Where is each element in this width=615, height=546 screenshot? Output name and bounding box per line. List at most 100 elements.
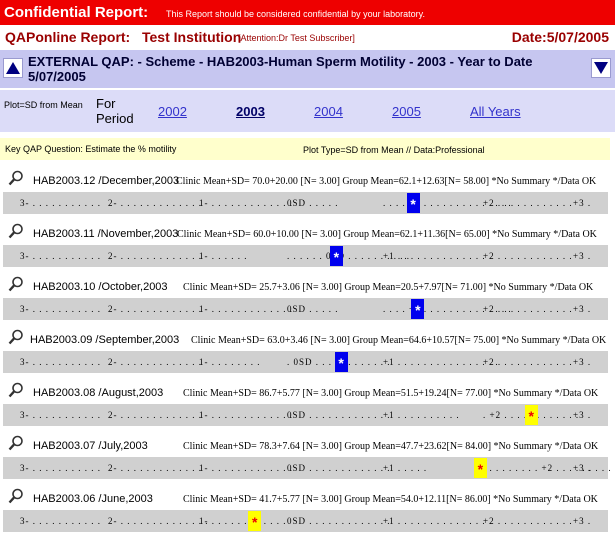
sd-tick-label: 1- . . . . . . . . . . . . . <box>199 410 293 420</box>
sd-tick-label: 0SD . . . . . . . . . . . . . <box>287 516 391 526</box>
magnifier-icon[interactable] <box>8 223 24 239</box>
year-link-2005[interactable]: 2005 <box>392 104 421 119</box>
year-link-all-years[interactable]: All Years <box>470 104 521 119</box>
sd-tick-label: +3 . <box>573 516 592 526</box>
sd-tick-label: +1 . . . . . . . . . . . . . . . <box>383 251 493 261</box>
magnifier-icon[interactable] <box>8 488 24 504</box>
sd-tick-label: +3 . <box>573 198 592 208</box>
confidential-banner: Confidential Report: This Report should … <box>0 0 615 25</box>
survey-period: HAB2003.09 /September,2003 <box>30 334 180 346</box>
sd-tick-label: 1- . . . . . . . . . . . . . <box>199 463 293 473</box>
key-question: Key QAP Question: Estimate the % motilit… <box>5 144 177 154</box>
sd-tick-label: 1- . . . . . . . . . . . . . <box>199 198 293 208</box>
clinic-stats: Clinic Mean+SD= 63.0+3.46 [N= 3.00] Grou… <box>191 335 607 346</box>
clinic-stats: Clinic Mean+SD= 60.0+10.00 [N= 3.00] Gro… <box>177 229 597 240</box>
sd-marker: * <box>248 511 262 531</box>
sd-scale: 3- . . . . . . . . . . . 2- . . . . . . .… <box>3 298 608 320</box>
sd-tick-label: 3- . . . . . . . . . . . <box>20 357 101 367</box>
sd-tick-label: +1 . . . . . <box>383 463 428 473</box>
up-triangle-icon[interactable] <box>3 58 23 78</box>
sd-tick-label: +1 . . . . . . . . . . . . . . . . <box>383 357 499 367</box>
sd-tick-label: 1- . . . . . . . . . . . . <box>199 516 287 526</box>
magnifier-icon[interactable] <box>8 276 24 292</box>
sd-marker: * <box>406 193 420 213</box>
sd-marker: * <box>524 405 538 425</box>
sd-tick-label: 1- . . . . . . . . <box>199 357 261 367</box>
sd-tick-label: +2 . . . . . . . . . . . . <box>483 198 573 208</box>
attention-line: [Attention:Dr Test Subscriber] <box>238 33 355 43</box>
banner-label: Confidential Report: <box>4 4 149 21</box>
sd-marker: * <box>411 299 425 319</box>
sd-tick-label: +1 . . . . . . . . . . . . . . . <box>383 516 493 526</box>
sd-tick-label: +2 . . . . . . . . . . . . <box>483 251 573 261</box>
scheme-bar: EXTERNAL QAP: - Scheme - HAB2003-Human S… <box>0 50 615 88</box>
result-row: HAB2003.06 /June,2003 Clinic Mean+SD= 41.… <box>0 482 615 535</box>
result-row: HAB2003.09 /September,2003 Clinic Mean+SD… <box>0 323 615 376</box>
sd-tick-label: +3 . <box>573 251 592 261</box>
sd-tick-label: +3 . <box>573 357 592 367</box>
sd-tick-label: . . . . . . . . . +2 . . . . . . . . . .… <box>483 463 615 473</box>
report-title: QAPonline Report: <box>5 29 131 45</box>
sd-tick-label: 0SD . . . . . . . . . . . . . <box>287 463 391 473</box>
sd-tick-label: 2- . . . . . . . . . . . . . <box>108 304 202 314</box>
sd-tick-label: 1- . . . . . . . . . . . . . <box>199 304 293 314</box>
sd-tick-label: +2 . . . . . . . . . . . . <box>483 357 573 367</box>
year-link-2002[interactable]: 2002 <box>158 104 187 119</box>
clinic-stats: Clinic Mean+SD= 25.7+3.06 [N= 3.00] Grou… <box>183 282 594 293</box>
result-row: HAB2003.08 /August,2003 Clinic Mean+SD= 8… <box>0 376 615 429</box>
sd-tick-label: +3 . <box>573 463 592 473</box>
clinic-stats: Clinic Mean+SD= 41.7+5.77 [N= 3.00] Grou… <box>183 494 598 505</box>
plot-label: Plot=SD from Mean <box>4 100 83 110</box>
sd-tick-label: +3 . <box>573 410 592 420</box>
sd-scale: 3- . . . . . . . . . . . 2- . . . . . . .… <box>3 510 608 532</box>
sd-scale: 3- . . . . . . . . . . . 2- . . . . . . .… <box>3 192 608 214</box>
sd-scale: 3- . . . . . . . . . . . 2- . . . . . . .… <box>3 457 615 479</box>
sd-tick-label: 3- . . . . . . . . . . . <box>20 198 101 208</box>
magnifier-icon[interactable] <box>8 435 24 451</box>
sd-tick-label: 2- . . . . . . . . . . . . . <box>108 198 202 208</box>
sd-tick-label: 2- . . . . . . . . . . . . . . <box>108 516 209 526</box>
sd-tick-label: 0SD . . . . . <box>287 304 339 314</box>
survey-period: HAB2003.07 /July,2003 <box>33 440 148 452</box>
sd-marker: * <box>329 246 343 266</box>
sd-tick-label: 3- . . . . . . . . . . . <box>20 251 101 261</box>
survey-period: HAB2003.06 /June,2003 <box>33 493 153 505</box>
sd-tick-label: 3- . . . . . . . . . . . <box>20 463 101 473</box>
year-link-2004[interactable]: 2004 <box>314 104 343 119</box>
question-bar: Key QAP Question: Estimate the % motilit… <box>0 138 610 160</box>
results-list: HAB2003.12 /December,2003 Clinic Mean+SD=… <box>0 164 615 535</box>
sd-tick-label: 2- . . . . . . . . . . . . . <box>108 463 202 473</box>
result-row: HAB2003.12 /December,2003 Clinic Mean+SD=… <box>0 164 615 217</box>
banner-message: This Report should be considered confide… <box>166 9 425 19</box>
result-row: HAB2003.07 /July,2003 Clinic Mean+SD= 78.… <box>0 429 615 482</box>
magnifier-icon[interactable] <box>8 329 24 345</box>
survey-period: HAB2003.10 /October,2003 <box>33 281 168 293</box>
clinic-stats: Clinic Mean+SD= 86.7+5.77 [N= 3.00] Grou… <box>183 388 599 399</box>
survey-period: HAB2003.11 /November,2003 <box>33 228 179 240</box>
sd-tick-label: 3- . . . . . . . . . . . <box>20 304 101 314</box>
sd-tick-label: 3- . . . . . . . . . . . <box>20 516 101 526</box>
institution-name: Test Institution <box>142 29 242 45</box>
scheme-title: EXTERNAL QAP: - Scheme - HAB2003-Human S… <box>28 54 533 84</box>
survey-period: HAB2003.12 /December,2003 <box>33 175 180 187</box>
report-date: Date:5/07/2005 <box>511 29 609 45</box>
sd-tick-label: +2 . . . . . . . . . . . . <box>483 304 573 314</box>
magnifier-icon[interactable] <box>8 382 24 398</box>
survey-period: HAB2003.08 /August,2003 <box>33 387 164 399</box>
sd-tick-label: 3- . . . . . . . . . . . <box>20 410 101 420</box>
period-label: For Period <box>96 96 134 126</box>
plot-type: Plot Type=SD from Mean // Data:Professio… <box>303 145 485 155</box>
clinic-stats: Clinic Mean+SD= 70.0+20.00 [N= 3.00] Gro… <box>176 176 597 187</box>
result-row: HAB2003.10 /October,2003 Clinic Mean+SD= … <box>0 270 615 323</box>
report-header: QAPonline Report: Test Institution [Atte… <box>0 27 615 48</box>
sd-tick-label: 2- . . . . . . . . . . . . . <box>108 410 202 420</box>
magnifier-icon[interactable] <box>8 170 24 186</box>
sd-tick-label: 2- . . . . . . . . . . . . . <box>108 357 202 367</box>
sd-scale: 3- . . . . . . . . . . . 2- . . . . . . .… <box>3 351 608 373</box>
result-row: HAB2003.11 /November,2003 Clinic Mean+SD=… <box>0 217 615 270</box>
sd-tick-label: +1 . . . . . . . . . . <box>383 410 460 420</box>
sd-tick-label: 2- . . . . . . . . . . . . . <box>108 251 202 261</box>
clinic-stats: Clinic Mean+SD= 78.3+7.64 [N= 3.00] Grou… <box>183 441 599 452</box>
down-triangle-icon[interactable] <box>591 58 611 78</box>
year-link-2003[interactable]: 2003 <box>236 104 265 119</box>
